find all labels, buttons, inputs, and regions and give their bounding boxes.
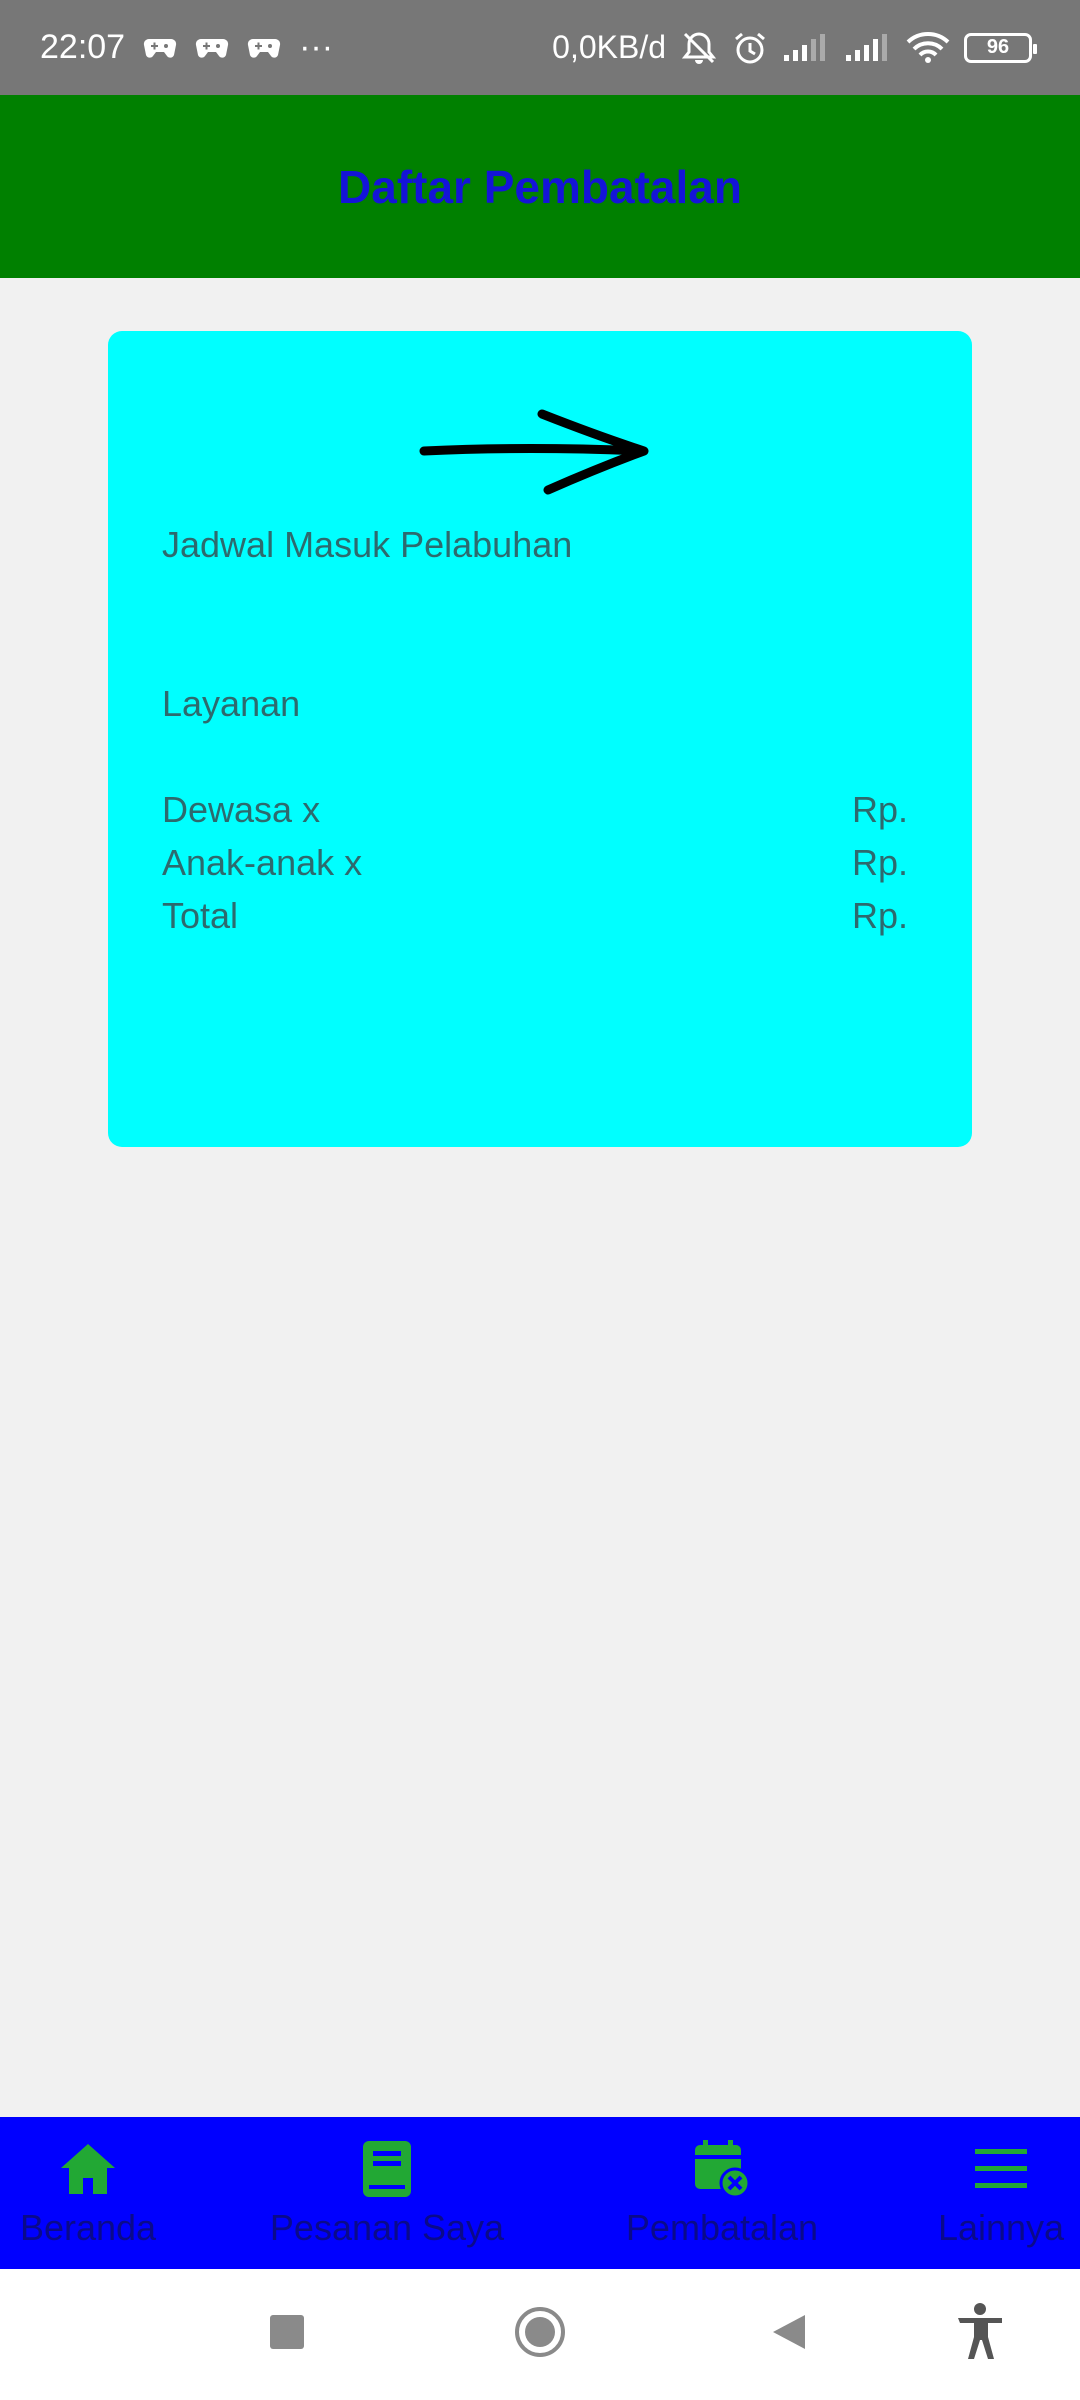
wifi-icon: [906, 31, 950, 64]
accessibility-icon: [955, 2303, 1005, 2366]
game-controller-icon: [247, 35, 281, 61]
status-time: 22:07: [40, 28, 126, 66]
muted-bell-icon: [680, 30, 718, 66]
nav-item-beranda[interactable]: Beranda: [8, 2117, 168, 2269]
circle-icon: [514, 2306, 566, 2363]
bottom-navigation: Beranda Pesanan Saya Pembatalan Lainnya: [0, 2117, 1080, 2269]
game-controller-icon: [143, 35, 177, 61]
system-navigation-bar: [0, 2269, 1080, 2400]
nav-item-pembatalan[interactable]: Pembatalan: [612, 2117, 832, 2269]
status-bar: 22:07 ··· 0,0KB/d 96: [0, 0, 1080, 95]
adult-label: Dewasa x: [162, 789, 321, 830]
signal-icon: [844, 33, 892, 63]
accessibility-button[interactable]: [950, 2269, 1010, 2400]
signal-icon: [782, 33, 830, 63]
more-notifications-icon: ···: [299, 28, 334, 66]
nav-item-lainnya[interactable]: Lainnya: [926, 2117, 1076, 2269]
battery-icon: 96: [964, 32, 1037, 63]
child-price: Rp.: [851, 842, 908, 883]
back-button[interactable]: [764, 2269, 814, 2400]
schedule-label: Jadwal Masuk Pelabuhan: [162, 524, 573, 565]
alarm-icon: [732, 30, 768, 66]
app-bar: Daftar Pembatalan: [0, 95, 1080, 278]
menu-icon: [973, 2137, 1029, 2201]
network-speed: 0,0KB/d: [552, 29, 666, 65]
total-label: Total: [162, 895, 239, 936]
game-controller-icon: [195, 35, 229, 61]
nav-label-pesanan-saya: Pesanan Saya: [269, 2207, 505, 2248]
nav-item-pesanan-saya[interactable]: Pesanan Saya: [262, 2117, 512, 2269]
nav-label-pembatalan: Pembatalan: [625, 2207, 819, 2248]
book-icon: [361, 2137, 413, 2201]
home-button[interactable]: [512, 2269, 568, 2400]
nav-label-lainnya: Lainnya: [937, 2207, 1065, 2248]
battery-level: 96: [986, 36, 1010, 58]
page-title: Daftar Pembatalan: [338, 160, 742, 213]
right-arrow-icon: [418, 406, 650, 501]
square-icon: [270, 2315, 304, 2354]
adult-price: Rp.: [851, 789, 908, 830]
home-icon: [57, 2137, 119, 2201]
calendar-cancel-icon: [691, 2137, 753, 2201]
child-label: Anak-anak x: [162, 842, 363, 883]
nav-label-beranda: Beranda: [19, 2207, 157, 2248]
total-price: Rp.: [851, 895, 908, 936]
service-label: Layanan: [162, 683, 301, 724]
recent-apps-button[interactable]: [262, 2269, 312, 2400]
back-triangle-icon: [771, 2313, 807, 2356]
